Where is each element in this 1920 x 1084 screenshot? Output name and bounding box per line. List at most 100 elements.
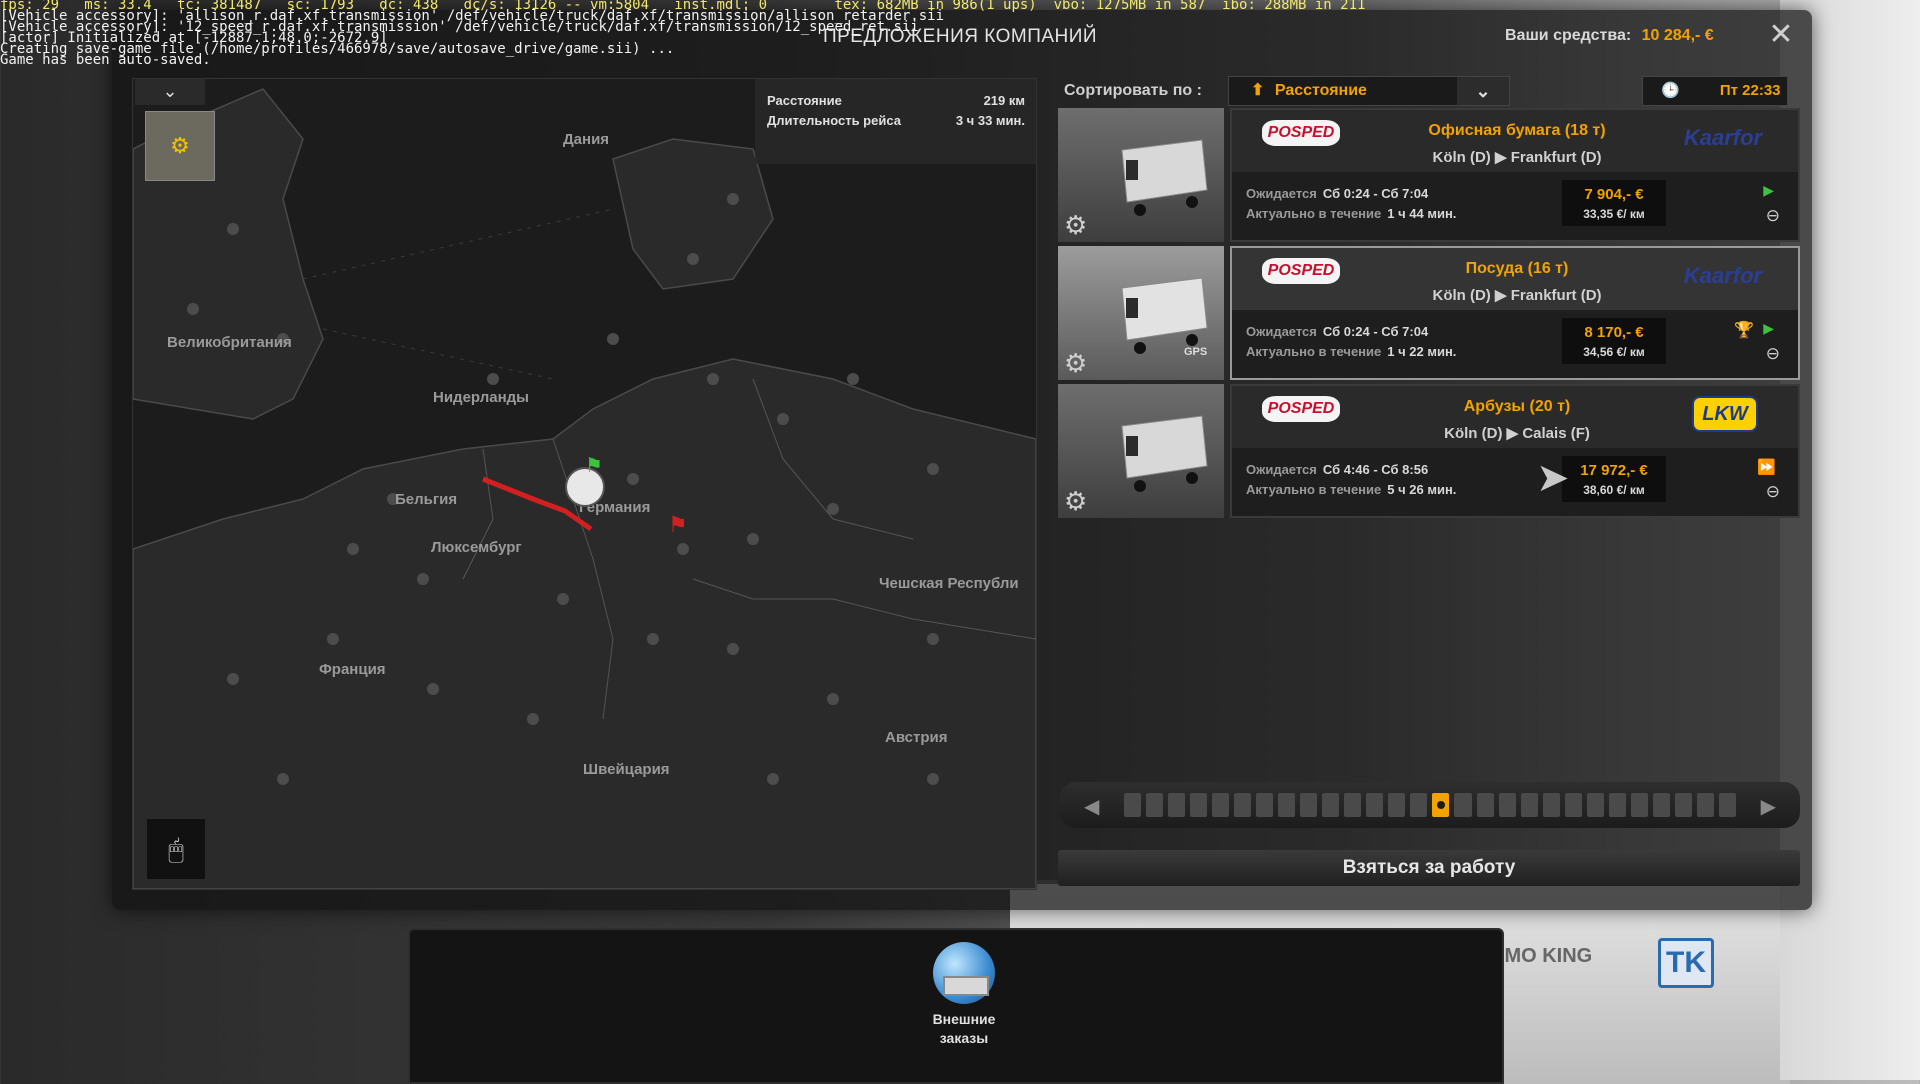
route-arrow-icon: ▶ [1506, 425, 1523, 442]
job-offer-card[interactable]: ⚙ GPS POSPED Посуда (16 т) Köln (D) ▶ Fr… [1058, 246, 1800, 380]
timeline-segment[interactable] [1234, 793, 1252, 817]
axle-icon: ⊖ [1765, 344, 1780, 363]
timeline-prev-icon[interactable]: ◀ [1084, 794, 1099, 819]
debug-console: fps: 29 ms: 33.4 tc: 381487 sc: 1793 dc:… [0, 0, 1365, 68]
timeline-segment[interactable] [1410, 793, 1428, 817]
sender-logo: POSPED [1262, 258, 1340, 284]
price-box: 7 904,- € 33,35 €/ км [1562, 180, 1666, 226]
timeline-segment[interactable] [1388, 793, 1406, 817]
map-label-denmark: Дания [563, 131, 610, 148]
play-icon: ▶ [1763, 182, 1774, 198]
waits-value: Сб 0:24 - Сб 7:04 [1322, 324, 1429, 339]
timeline-segment[interactable] [1608, 793, 1626, 817]
job-price: 7 904,- € [1584, 186, 1644, 203]
trailer-icon [1121, 277, 1208, 354]
route-from: Köln (D) [1444, 425, 1503, 442]
timeline-segment[interactable] [1476, 793, 1494, 817]
timeline-segment[interactable] [1498, 793, 1516, 817]
external-orders-line2: заказы [939, 1030, 989, 1046]
route-to: Calais (F) [1522, 425, 1590, 442]
timeline-track[interactable] [1124, 793, 1736, 817]
map-label-france: Франция [319, 661, 386, 678]
map-label-netherlands: Нидерланды [433, 389, 529, 406]
company-logo: LKW [1692, 396, 1758, 432]
map-collapse-button[interactable]: ⌄ [135, 79, 205, 105]
mouse-cursor-icon: ➤ [1536, 456, 1570, 500]
price-box: 8 170,- € 34,56 €/ км [1562, 318, 1666, 364]
axle-icon: ⊖ [1765, 206, 1780, 225]
trophy-icon: 🏆 [1734, 322, 1754, 339]
timeline-segment[interactable] [1146, 793, 1164, 817]
timeline-segment[interactable] [1586, 793, 1604, 817]
start-flag-icon: ⚑ [585, 455, 603, 477]
company-logo: Kaarfor [1683, 263, 1763, 288]
cargo-name: Арбузы (20 т) [1463, 398, 1571, 415]
route-to: Frankfurt (D) [1510, 149, 1602, 166]
job-route: Köln (D) ▶ Frankfurt (D) [1352, 148, 1682, 166]
timeline-next-icon[interactable]: ▶ [1761, 794, 1776, 819]
job-offer-card[interactable]: ⚙ POSPED Офисная бумага (18 т) Köln (D) … [1058, 108, 1800, 242]
job-route: Köln (D) ▶ Calais (F) [1352, 424, 1682, 442]
timeline-segment[interactable] [1696, 793, 1714, 817]
timeline-segment[interactable] [1344, 793, 1362, 817]
timeline-segment[interactable] [1674, 793, 1692, 817]
ferry-line [322, 328, 554, 380]
sort-dropdown[interactable]: ⬆ Расстояние ⌄ [1228, 76, 1510, 106]
clock-icon: 🕒 [1661, 82, 1680, 99]
job-offer-card[interactable]: ⚙ POSPED Арбузы (20 т) Köln (D) ▶ Calais… [1058, 384, 1800, 518]
external-orders-button[interactable]: Внешние заказы [914, 942, 1014, 1048]
external-orders-line1: Внешние [932, 1011, 996, 1027]
timeline-segment[interactable] [1322, 793, 1340, 817]
close-icon[interactable]: ✕ [1766, 20, 1796, 50]
sort-value: Расстояние [1274, 82, 1367, 99]
map-label-uk: Великобритания [167, 334, 292, 351]
map-filter-icon[interactable]: ⚙ [145, 111, 215, 181]
chevron-down-icon[interactable]: ⌄ [1457, 77, 1509, 105]
timeline-segment[interactable] [1718, 793, 1736, 817]
console-line: Game has been auto-saved. [0, 52, 211, 68]
timeline-segment[interactable] [1542, 793, 1560, 817]
timeline-segment[interactable] [1520, 793, 1538, 817]
gps-icon: GPS [1184, 346, 1208, 358]
valid-value: 1 ч 44 мин. [1387, 206, 1457, 221]
sort-direction-icon: ⬆ [1251, 82, 1265, 99]
timeline-segment[interactable] [1652, 793, 1670, 817]
job-rate: 38,60 €/ км [1583, 483, 1645, 497]
trailer-icon [1121, 139, 1208, 216]
timeline-segment[interactable] [1300, 793, 1318, 817]
job-route: Köln (D) ▶ Frankfurt (D) [1352, 286, 1682, 304]
timeline-segment[interactable] [1630, 793, 1648, 817]
job-map[interactable]: ⌄ ⚙ Дания Великобритания Нидерланды Бель… [132, 78, 1037, 890]
duration-label: Длительность рейса [767, 113, 901, 128]
trailer-icon [1121, 415, 1208, 492]
job-valid: Актуально в течение 5 ч 26 мин. [1246, 482, 1456, 497]
job-header: POSPED Офисная бумага (18 т) Köln (D) ▶ … [1232, 110, 1798, 172]
job-waits: Ожидается Сб 0:24 - Сб 7:04 [1246, 324, 1428, 339]
timeline-segment[interactable] [1366, 793, 1384, 817]
valid-value: 5 ч 26 мин. [1387, 482, 1457, 497]
timeline-segment-active[interactable] [1432, 793, 1450, 817]
route-from: Köln (D) [1432, 149, 1491, 166]
take-job-button[interactable]: Взяться за работу [1058, 850, 1800, 886]
route-arrow-icon: ▶ [1494, 149, 1511, 166]
waits-label: Ожидается [1246, 186, 1317, 201]
timeline-segment[interactable] [1256, 793, 1274, 817]
distance-label: Расстояние [767, 93, 842, 108]
timeline-segment[interactable] [1454, 793, 1472, 817]
job-panel: POSPED Арбузы (20 т) Köln (D) ▶ Calais (… [1230, 384, 1800, 518]
timeline-segment[interactable] [1564, 793, 1582, 817]
timeline-segment[interactable] [1212, 793, 1230, 817]
timeline-segment[interactable] [1124, 793, 1142, 817]
job-timeline[interactable]: ◀ ▶ [1060, 782, 1800, 828]
land-denmark [612, 138, 774, 290]
fast-forward-icon: ⏩ [1757, 459, 1776, 476]
timeline-segment[interactable] [1278, 793, 1296, 817]
valid-value: 1 ч 22 мин. [1387, 344, 1457, 359]
game-clock: 🕒 Пт 22:33 [1642, 76, 1788, 106]
distance-value: 219 км [983, 93, 1025, 108]
timeline-segment[interactable] [1190, 793, 1208, 817]
sender-logo: POSPED [1262, 120, 1340, 146]
route-arrow-icon: ▶ [1494, 287, 1511, 304]
timeline-segment[interactable] [1168, 793, 1186, 817]
mouse-pan-icon[interactable]: 🖱 [147, 819, 205, 879]
